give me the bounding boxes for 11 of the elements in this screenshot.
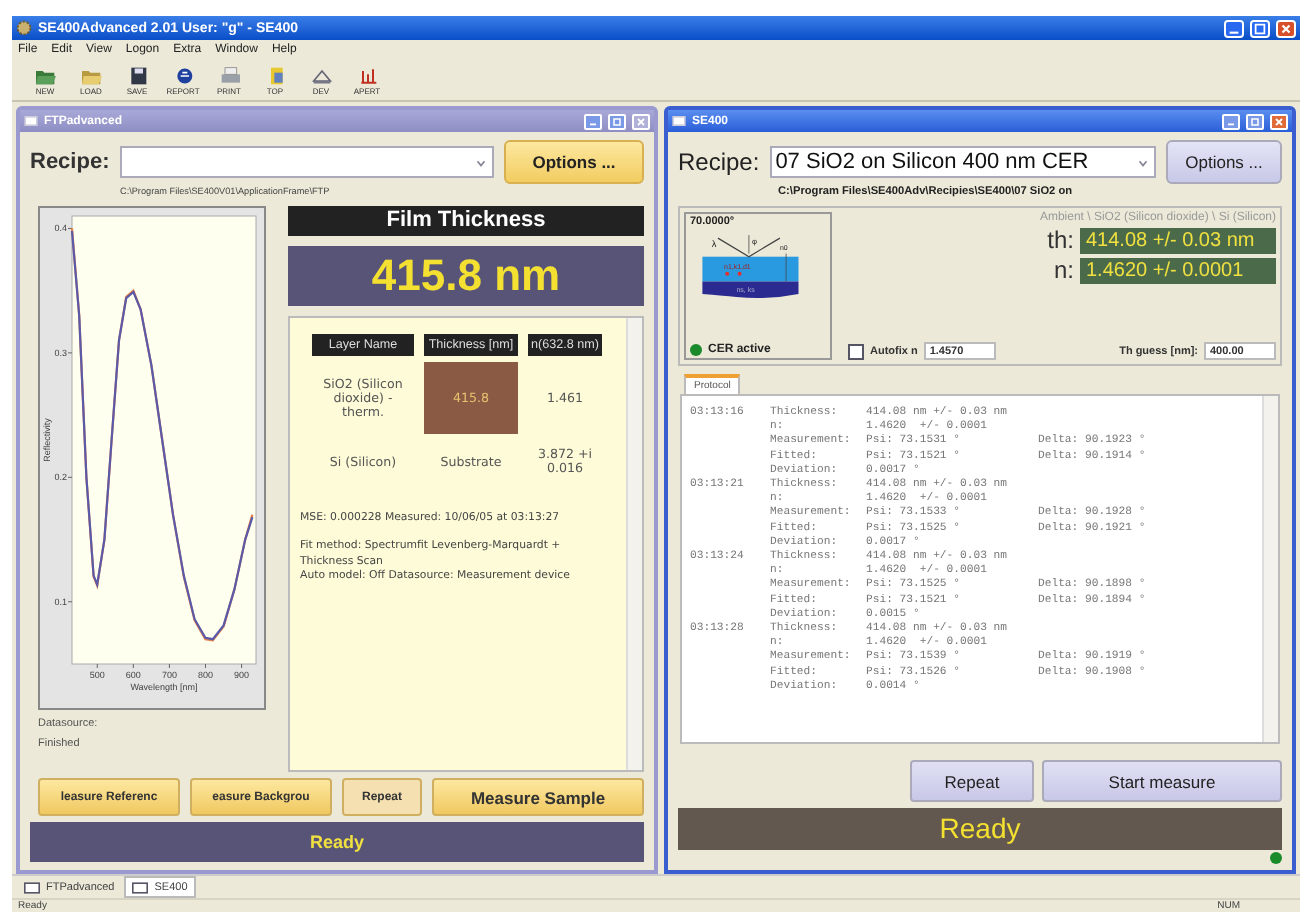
thickness-result: 415.8 nm	[288, 246, 644, 306]
result-label: th:	[1047, 226, 1074, 254]
recipe-label: Recipe:	[30, 150, 110, 174]
result-value: 1.4620 +/- 0.0001	[1080, 257, 1276, 283]
recipe-value: 07 SiO2 on Silicon 400 nm CER	[775, 150, 1091, 174]
ready-banner: Ready	[30, 822, 644, 862]
recipe-label: Recipe:	[678, 148, 760, 176]
result-value: 414.08 +/- 0.03 nm	[1080, 227, 1276, 253]
result-label: n:	[1053, 256, 1074, 284]
ready-banner: Ready	[678, 808, 1282, 850]
film-thickness-heading: Film Thickness	[288, 206, 644, 236]
